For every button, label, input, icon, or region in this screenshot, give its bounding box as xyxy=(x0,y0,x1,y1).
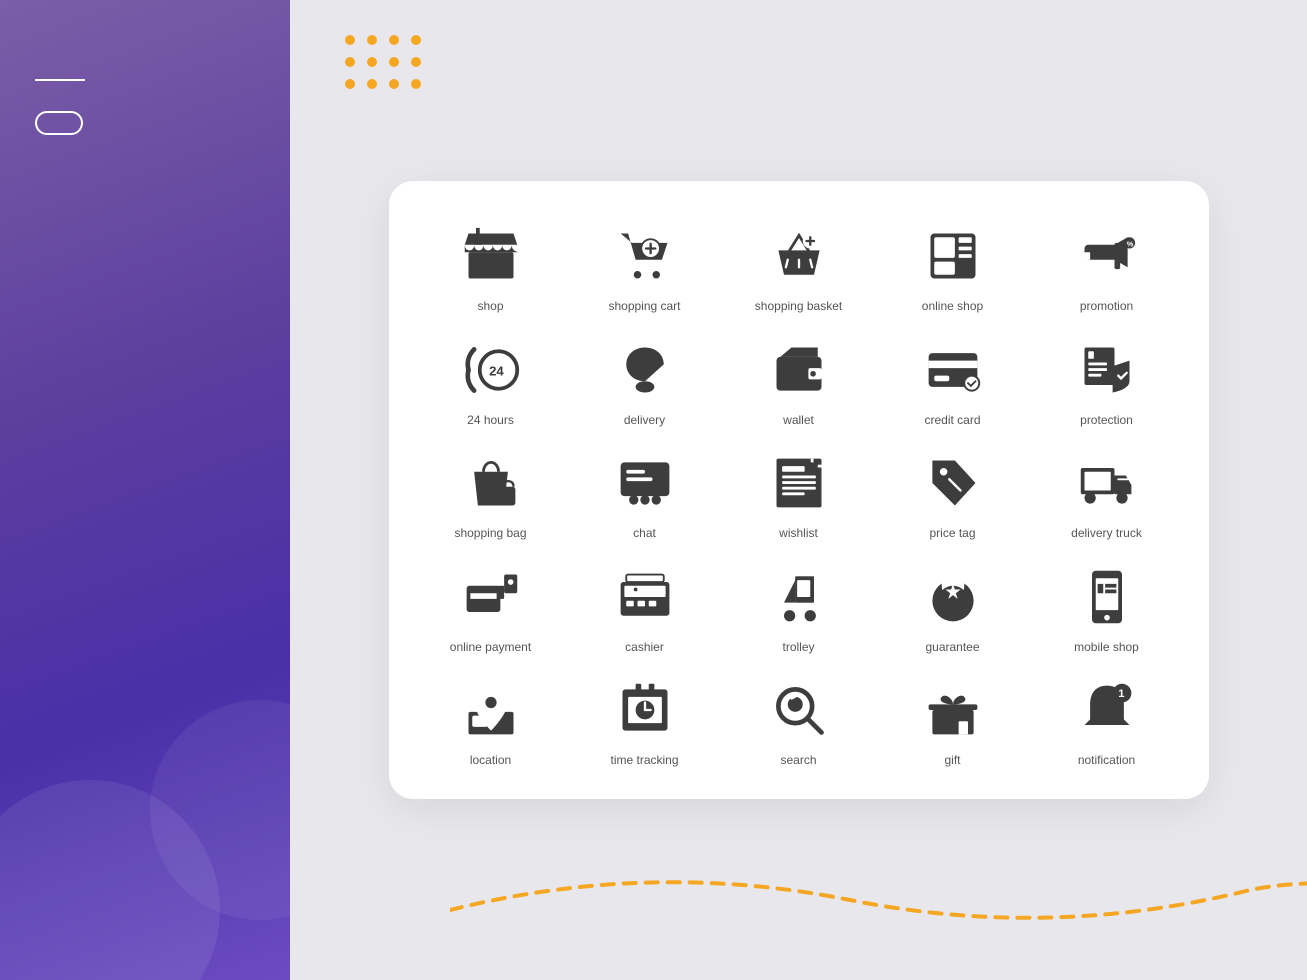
icons-grid: shop shopping cart shopping basket online s… xyxy=(419,221,1179,769)
24hours-label: 24 hours xyxy=(467,413,514,429)
chat-icon xyxy=(610,448,680,518)
icon-item-search: search xyxy=(727,675,871,769)
credit-card-icon xyxy=(918,335,988,405)
trolley-icon xyxy=(764,562,834,632)
time-tracking-label: time tracking xyxy=(610,753,678,769)
mobile-shop-label: mobile shop xyxy=(1074,640,1139,656)
mobile-shop-icon xyxy=(1072,562,1142,632)
icon-item-shop: shop xyxy=(419,221,563,315)
delivery-truck-label: delivery truck xyxy=(1071,526,1142,542)
dot xyxy=(367,79,377,89)
icon-item-price-tag: price tag xyxy=(881,448,1025,542)
gift-label: gift xyxy=(944,753,960,769)
icon-item-gift: gift xyxy=(881,675,1025,769)
icon-item-shopping-cart: shopping cart xyxy=(573,221,717,315)
notification-icon: 1 xyxy=(1072,675,1142,745)
online-shop-icon xyxy=(918,221,988,291)
trolley-label: trolley xyxy=(782,640,814,656)
icon-item-shopping-basket: shopping basket xyxy=(727,221,871,315)
icon-item-online-payment: online payment xyxy=(419,562,563,656)
chat-label: chat xyxy=(633,526,656,542)
svg-text:1: 1 xyxy=(1118,688,1124,700)
shopping-bag-icon xyxy=(456,448,526,518)
dot xyxy=(345,35,355,45)
shop-label: shop xyxy=(477,299,503,315)
icon-item-wishlist: wishlist xyxy=(727,448,871,542)
wishlist-label: wishlist xyxy=(779,526,818,542)
guarantee-label: guarantee xyxy=(925,640,979,656)
icon-item-credit-card: credit card xyxy=(881,335,1025,429)
icon-item-online-shop: online shop xyxy=(881,221,1025,315)
glyph-badge xyxy=(35,111,83,135)
notification-label: notification xyxy=(1078,753,1135,769)
icon-item-chat: chat xyxy=(573,448,717,542)
icon-item-wallet: wallet xyxy=(727,335,871,429)
icon-item-location: location xyxy=(419,675,563,769)
icon-item-protection: protection xyxy=(1035,335,1179,429)
icon-item-shopping-bag: shopping bag xyxy=(419,448,563,542)
promotion-label: promotion xyxy=(1080,299,1133,315)
wallet-label: wallet xyxy=(783,413,814,429)
icon-item-guarantee: guarantee xyxy=(881,562,1025,656)
shopping-cart-label: shopping cart xyxy=(608,299,680,315)
icon-item-delivery: delivery xyxy=(573,335,717,429)
icon-item-delivery-truck: delivery truck xyxy=(1035,448,1179,542)
protection-label: protection xyxy=(1080,413,1133,429)
time-tracking-icon xyxy=(610,675,680,745)
dot xyxy=(345,79,355,89)
right-panel: shop shopping cart shopping basket online s… xyxy=(290,0,1307,980)
shopping-cart-icon xyxy=(610,221,680,291)
24hours-icon: 24 xyxy=(456,335,526,405)
dot xyxy=(411,35,421,45)
delivery-truck-icon xyxy=(1072,448,1142,518)
icon-item-mobile-shop: mobile shop xyxy=(1035,562,1179,656)
dot xyxy=(411,57,421,67)
wallet-icon xyxy=(764,335,834,405)
guarantee-icon xyxy=(918,562,988,632)
bottom-description xyxy=(35,920,255,940)
dot xyxy=(411,79,421,89)
delivery-icon xyxy=(610,335,680,405)
online-payment-icon xyxy=(456,562,526,632)
dot xyxy=(389,79,399,89)
cashier-label: cashier xyxy=(625,640,664,656)
svg-text:%: % xyxy=(1126,240,1133,249)
price-tag-icon xyxy=(918,448,988,518)
delivery-label: delivery xyxy=(624,413,665,429)
shopping-bag-label: shopping bag xyxy=(454,526,526,542)
icon-item-cashier: cashier xyxy=(573,562,717,656)
online-payment-label: online payment xyxy=(450,640,531,656)
shopping-basket-icon xyxy=(764,221,834,291)
icon-item-time-tracking: time tracking xyxy=(573,675,717,769)
dot xyxy=(345,57,355,67)
credit-card-label: credit card xyxy=(924,413,980,429)
promotion-icon: % xyxy=(1072,221,1142,291)
svg-text:24: 24 xyxy=(489,363,504,378)
location-icon xyxy=(456,675,526,745)
dot xyxy=(389,35,399,45)
protection-icon xyxy=(1072,335,1142,405)
online-shop-label: online shop xyxy=(922,299,983,315)
cashier-icon xyxy=(610,562,680,632)
icon-item-24hours: 24 24 hours xyxy=(419,335,563,429)
divider xyxy=(35,79,85,81)
dot xyxy=(367,57,377,67)
search-icon xyxy=(764,675,834,745)
search-label: search xyxy=(780,753,816,769)
dot xyxy=(367,35,377,45)
shopping-basket-label: shopping basket xyxy=(755,299,842,315)
icon-card: shop shopping cart shopping basket online s… xyxy=(389,181,1209,799)
icon-item-trolley: trolley xyxy=(727,562,871,656)
left-panel xyxy=(0,0,290,980)
icon-item-notification: 1 notification xyxy=(1035,675,1179,769)
dot xyxy=(389,57,399,67)
location-label: location xyxy=(470,753,511,769)
icon-item-promotion: % promotion xyxy=(1035,221,1179,315)
wishlist-icon xyxy=(764,448,834,518)
shop-icon xyxy=(456,221,526,291)
dashed-curve-decoration xyxy=(450,850,1307,950)
dots-decoration xyxy=(345,35,423,91)
price-tag-label: price tag xyxy=(929,526,975,542)
gift-icon xyxy=(918,675,988,745)
